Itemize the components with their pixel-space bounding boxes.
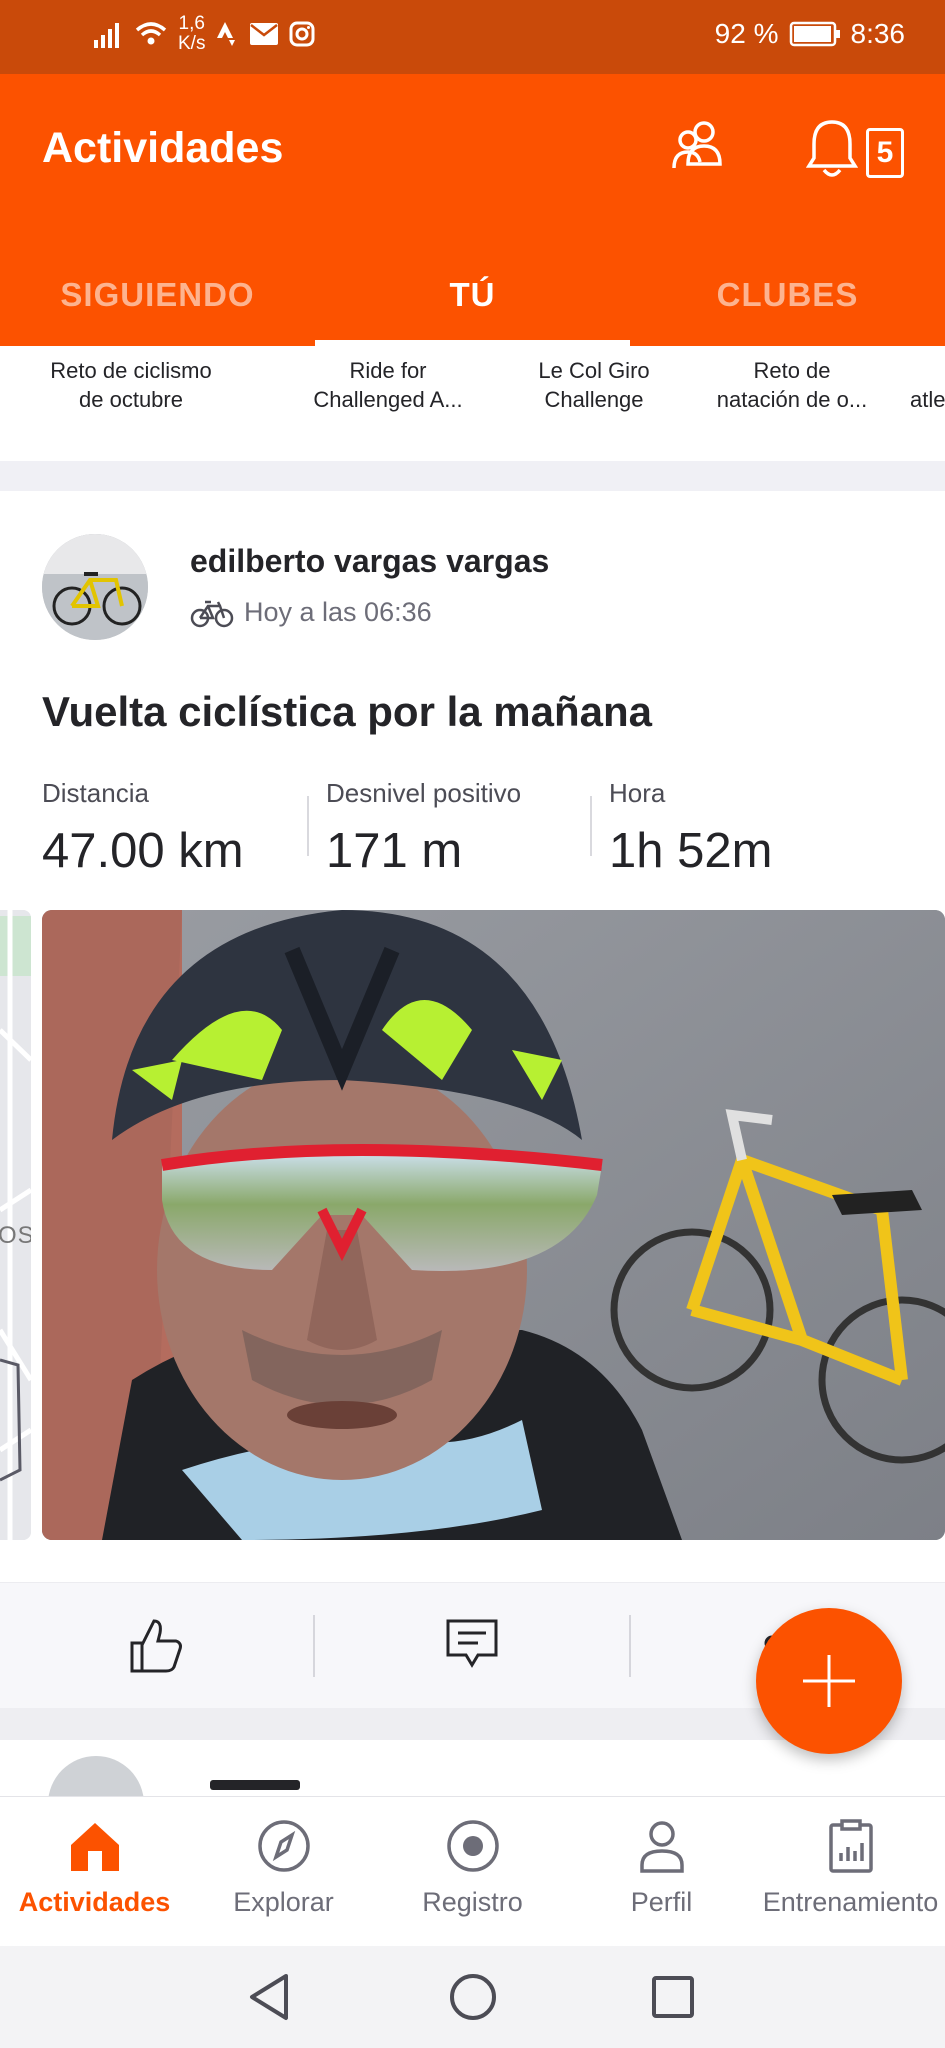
compass-icon — [257, 1820, 310, 1872]
challenge-title-line: Challenged A... — [313, 387, 463, 412]
notification-count: 5 — [876, 136, 894, 169]
challenge-title-line: de octubre — [79, 387, 183, 412]
avatar-bike-photo — [42, 534, 148, 640]
notifications-bell-icon[interactable] — [806, 118, 858, 180]
person-icon — [639, 1821, 684, 1873]
nav-label: Actividades — [18, 1887, 171, 1917]
stat-label: Distancia — [42, 778, 149, 808]
athlete-name[interactable]: edilberto vargas vargas — [190, 543, 549, 580]
nav-registro[interactable]: Registro — [378, 1797, 567, 1946]
nav-label: Explorar — [233, 1887, 334, 1917]
activity-timestamp: Hoy a las 06:36 — [244, 597, 432, 627]
clock: 8:36 — [850, 18, 906, 49]
system-navigation-bar — [0, 1946, 945, 2048]
challenge-card[interactable]: Reto de ciclismo de octubre — [0, 346, 262, 461]
challenge-card[interactable]: atle — [910, 346, 945, 461]
stat-time: Hora 1h 52m — [590, 778, 891, 879]
comment-icon[interactable] — [444, 1615, 500, 1671]
instagram-icon — [289, 21, 315, 47]
mail-icon — [250, 23, 279, 45]
activity-meta: Hoy a las 06:36 — [190, 597, 432, 628]
nav-explorar[interactable]: Explorar — [189, 1797, 378, 1946]
athlete-name-peek — [210, 1780, 300, 1790]
stat-label: Hora — [609, 778, 666, 808]
back-triangle-icon[interactable] — [246, 1972, 292, 2022]
challenge-title-line: Ride for — [349, 358, 427, 383]
tab-siguiendo[interactable]: SIGUIENDO — [0, 244, 315, 346]
challenge-card[interactable]: Ride for Challenged A... — [262, 346, 514, 461]
home-circle-icon[interactable] — [448, 1972, 498, 2022]
clipboard-chart-icon — [828, 1819, 873, 1873]
challenge-card[interactable]: Le Col Giro Challenge — [514, 346, 674, 461]
challenge-title-line: Le Col Giro — [538, 358, 650, 383]
route-map-thumbnail[interactable]: OS — [0, 910, 31, 1540]
strava-notification-icon — [217, 22, 236, 46]
kudos-thumbs-up-icon[interactable] — [126, 1615, 186, 1675]
challenge-title-line: atle — [910, 387, 945, 412]
feed-tabs: SIGUIENDO TÚ CLUBES — [0, 244, 945, 346]
wifi-icon — [135, 22, 167, 45]
stat-distance: Distancia 47.00 km — [42, 778, 325, 879]
activity-photo[interactable] — [42, 910, 945, 1540]
challenge-title-line: Challenge — [544, 387, 644, 412]
battery-percent: 92 % — [714, 18, 779, 49]
stat-label: Desnivel positivo — [326, 778, 522, 808]
bottom-navigation: Actividades Explorar Registro Perfil Ent… — [0, 1796, 945, 1946]
signal-icon — [94, 23, 119, 48]
network-speed: 1,6 K/s — [178, 13, 206, 54]
challenge-title-line: Reto de — [753, 358, 831, 383]
tab-clubes[interactable]: CLUBES — [630, 244, 945, 346]
bike-icon — [190, 600, 234, 627]
app-header: Actividades 5 SIGUIENDO TÚ CLUBES — [0, 74, 945, 346]
selfie-photo-graphic — [42, 910, 945, 1540]
add-activity-fab-button[interactable] — [756, 1608, 902, 1754]
battery-icon — [789, 21, 840, 47]
stat-divider — [307, 796, 309, 856]
activity-stats: Distancia 47.00 km Desnivel positivo 171… — [42, 778, 922, 879]
stat-value: 1h 52m — [609, 824, 773, 878]
challenge-title-line: Reto de ciclismo — [50, 358, 212, 383]
record-icon — [446, 1820, 499, 1872]
activity-media-carousel[interactable]: OS — [0, 910, 945, 1540]
challenge-title-line: natación de o... — [716, 387, 868, 412]
challenge-title-line — [910, 356, 945, 385]
page-title: Actividades — [42, 124, 284, 172]
stat-value: 171 m — [326, 824, 463, 878]
action-divider — [313, 1615, 315, 1677]
nav-perfil[interactable]: Perfil — [567, 1797, 756, 1946]
home-icon — [70, 1823, 119, 1871]
status-bar: 1,6 K/s 92 % 8:36 — [0, 0, 945, 74]
avatar[interactable] — [48, 1756, 144, 1796]
action-divider — [629, 1615, 631, 1677]
challenge-card[interactable]: Reto de natación de o... — [674, 346, 910, 461]
challenges-carousel: Reto de ciclismo de octubre Ride for Cha… — [0, 346, 945, 461]
nav-label: Registro — [422, 1887, 523, 1917]
tab-tu[interactable]: TÚ — [315, 244, 630, 346]
athletes-icon[interactable] — [668, 118, 730, 174]
nav-label: Perfil — [630, 1887, 693, 1917]
section-divider — [0, 461, 945, 491]
stat-elevation: Desnivel positivo 171 m — [307, 778, 608, 879]
plus-icon — [803, 1655, 855, 1707]
nav-label: Entrenamiento — [762, 1887, 939, 1917]
stat-value: 47.00 km — [42, 824, 244, 878]
avatar[interactable] — [42, 534, 148, 640]
stat-divider — [590, 796, 592, 856]
nav-entrenamiento[interactable]: Entrenamiento — [756, 1797, 945, 1946]
notification-count-badge[interactable]: 5 — [866, 128, 904, 178]
activity-title[interactable]: Vuelta ciclística por la mañana — [42, 688, 652, 736]
recents-square-icon[interactable] — [650, 1972, 696, 2022]
nav-actividades[interactable]: Actividades — [0, 1797, 189, 1946]
map-label: OS — [0, 1222, 31, 1249]
